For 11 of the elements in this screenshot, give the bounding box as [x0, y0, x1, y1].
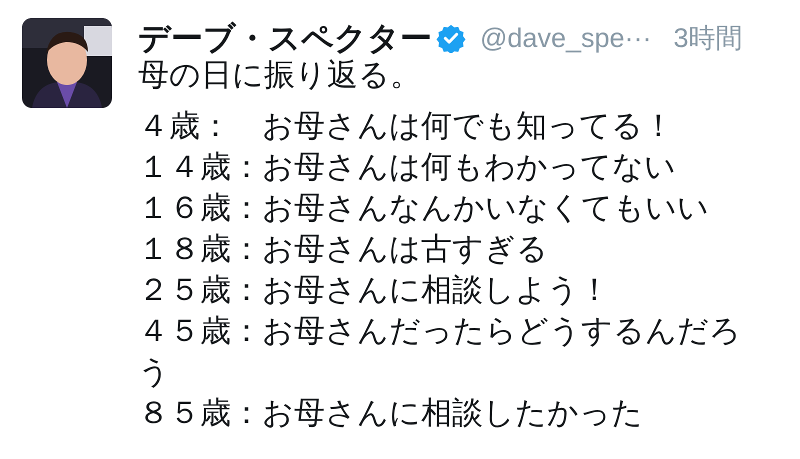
tweet-text-line: ４歳： お母さんは何でも知ってる！: [138, 107, 675, 145]
tweet-text-line: １４歳：お母さんは何もわかってない: [138, 148, 677, 186]
author-name: デーブ・スペクター: [138, 19, 432, 58]
timestamp: 3時間: [673, 22, 743, 55]
tweet-text-line: １６歳：お母さんなんかいなくてもいい: [138, 189, 710, 227]
tweet-text-line: ２５歳：お母さんに相談しよう！: [138, 271, 611, 309]
tweet-text-line: ８５歳：お母さんに相談したかった: [138, 394, 644, 432]
tweet-text-line: ４５歳：お母さんだったらどうするんだろう: [138, 312, 742, 391]
user-handle[interactable]: @dave_spe···: [480, 18, 652, 58]
tweet-text-line: １８歳：お母さんは古すぎる: [138, 230, 549, 268]
tweet-text: 母の日に振り返る。: [138, 56, 422, 94]
